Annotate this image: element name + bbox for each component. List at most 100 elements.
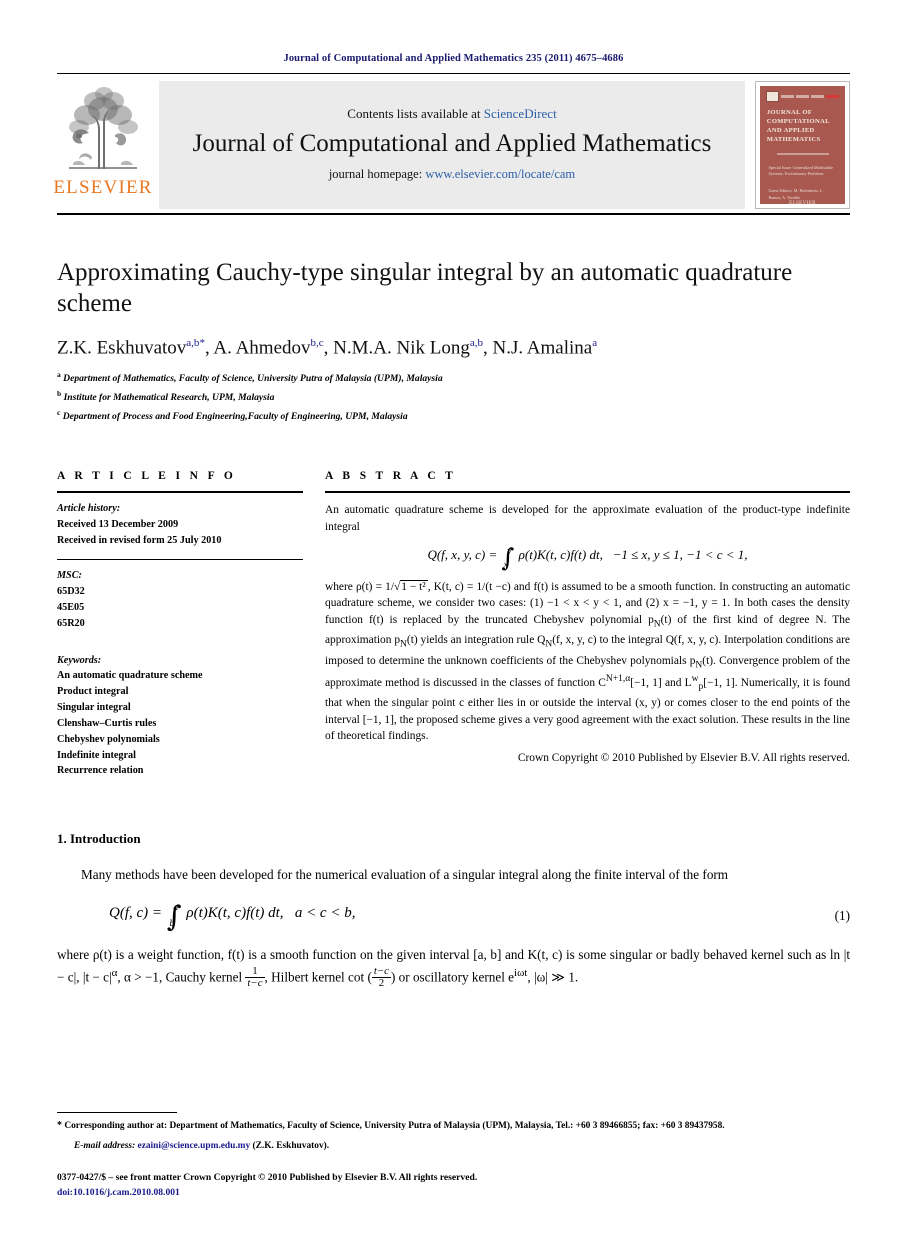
imprint-block: 0377-0427/$ – see front matter Crown Cop…: [57, 1171, 850, 1200]
integral-lower-limit: b: [169, 918, 175, 929]
email-owner: (Z.K. Eskhuvatov).: [252, 1141, 330, 1152]
affiliation-item: c Department of Process and Food Enginee…: [57, 407, 850, 425]
equation-1-row: Q(f, c) = ∫ a b ρ(t)K(t, c)f(t) dt, a < c …: [57, 900, 850, 934]
author-affil-marks: a: [592, 336, 598, 349]
cover-editors: Guest Editors: M. Hafenstein, L. Ramos, …: [768, 188, 824, 200]
keywords-label: Keywords:: [57, 654, 102, 666]
affiliation-list: a Department of Mathematics, Faculty of …: [57, 369, 850, 425]
corresponding-author-footnote: * Corresponding author at: Department of…: [57, 1118, 850, 1133]
cover-publisher: ELSEVIER: [789, 201, 816, 207]
homepage-label: journal homepage:: [328, 167, 423, 181]
affiliation-text: Department of Process and Food Engineeri…: [62, 411, 408, 423]
article-history-block: Article history: Received 13 December 20…: [57, 493, 303, 548]
intro-p2-part-d: or oscillatory kernel e: [398, 969, 515, 985]
elsevier-tree-icon: [69, 87, 138, 169]
abstract-body-part7: [−1, 1] and L: [630, 676, 692, 689]
intro-paragraph-2: where ρ(t) is a weight function, f(t) is…: [57, 945, 850, 989]
cover-tick: [780, 95, 794, 98]
keywords-block: Keywords: An automatic quadrature scheme…: [57, 645, 303, 780]
sqrt-icon: √1 − t²: [394, 579, 428, 593]
page-title: Approximating Cauchy-type singular integ…: [57, 259, 793, 318]
article-history-item: Received 13 December 2009: [57, 518, 179, 530]
affiliation-mark: c: [57, 407, 61, 417]
fraction-denominator: 2: [378, 977, 385, 990]
abstract-intro: An automatic quadrature scheme is develo…: [325, 503, 850, 533]
cover-tick: [795, 95, 810, 98]
journal-cover-thumbnail: JOURNAL OF COMPUTATIONAL AND APPLIED MAT…: [755, 81, 850, 209]
running-head-rule: [57, 73, 850, 74]
msc-code: 65D32: [57, 586, 85, 598]
keyword-item: Clenshaw–Curtis rules: [57, 717, 157, 729]
intro-p2-part-e: , |ω| ≫ 1.: [527, 969, 579, 985]
abstract-copyright: Crown Copyright © 2010 Published by Else…: [517, 752, 850, 765]
fraction-denominator: t−c: [247, 977, 263, 990]
footnote-area: * Corresponding author at: Department of…: [57, 1112, 850, 1200]
msc-label: MSC:: [57, 570, 82, 582]
msc-block: MSC: 65D32 45E05 65R20: [57, 560, 303, 631]
cauchy-kernel-fraction: 1 t−c: [245, 965, 265, 990]
hilbert-kernel-fraction: t−c 2: [371, 965, 391, 990]
homepage-url-link[interactable]: www.elsevier.com/locate/cam: [425, 167, 575, 181]
elsevier-logo: ELSEVIER: [53, 81, 151, 209]
contents-prefix: Contents lists available at: [347, 106, 481, 121]
email-footnote: E-mail address: ezaini@science.upm.edu.m…: [57, 1139, 850, 1153]
affiliation-text: Institute for Mathematical Research, UPM…: [63, 392, 275, 404]
equation-1: Q(f, c) = ∫ a b ρ(t)K(t, c)f(t) dt, a < c …: [57, 900, 835, 934]
integral-sign-icon: ∫ y x: [501, 543, 515, 573]
author-affil-marks: b,c: [310, 336, 324, 349]
abstract-equation: Q(f, x, y, c) = ∫ y x ρ(t)K(t, c)f(t) dt, …: [325, 543, 850, 573]
running-head: Journal of Computational and Applied Mat…: [283, 53, 624, 64]
cover-graphic: [776, 152, 829, 155]
cover-title: JOURNAL OF COMPUTATIONAL AND APPLIED MAT…: [766, 109, 830, 143]
integral-upper-limit: y: [507, 546, 512, 556]
article-history-label: Article history:: [57, 502, 121, 514]
article-info-heading: A R T I C L E I N F O: [57, 469, 237, 482]
masthead-rule: [57, 213, 850, 215]
article-history-item: Received in revised form 25 July 2010: [57, 534, 222, 546]
email-label: E-mail address:: [74, 1141, 136, 1152]
author-name: N.M.A. Nik Long: [333, 336, 470, 358]
doi-link[interactable]: doi:10.1016/j.cam.2010.08.001: [57, 1186, 850, 1200]
function-class-superscript: N+1,α: [605, 673, 631, 684]
oscillatory-exponent: iωt: [514, 966, 528, 979]
journal-banner: Contents lists available at ScienceDirec…: [159, 81, 745, 209]
keyword-item: Indefinite integral: [57, 749, 136, 761]
article-page: Journal of Computational and Applied Mat…: [0, 0, 907, 1238]
issn-copyright-line: 0377-0427/$ – see front matter Crown Cop…: [57, 1172, 478, 1184]
keyword-item: An automatic quadrature scheme: [57, 670, 203, 682]
keyword-item: Singular integral: [57, 702, 131, 714]
intro-paragraph-1: Many methods have been developed for the…: [81, 867, 729, 883]
cover-badge-icon: [765, 91, 779, 102]
author-name: Z.K. Eskhuvatov: [57, 336, 187, 358]
email-link[interactable]: ezaini@science.upm.edu.my: [138, 1141, 251, 1151]
keyword-item: Product integral: [57, 686, 129, 698]
equation-1-lhs: Q(f, c) =: [109, 904, 163, 921]
journal-homepage-line: journal homepage: www.elsevier.com/locat…: [329, 167, 575, 182]
journal-title: Journal of Computational and Applied Mat…: [192, 130, 712, 157]
equation-1-number: (1): [834, 907, 850, 923]
abstract-equation-lhs: Q(f, x, y, c) =: [427, 546, 498, 562]
cover-art: JOURNAL OF COMPUTATIONAL AND APPLIED MAT…: [760, 86, 845, 207]
sciencedirect-link[interactable]: ScienceDirect: [484, 106, 557, 121]
cover-header-bar: [765, 91, 840, 102]
elsevier-wordmark: ELSEVIER: [53, 177, 153, 198]
affiliation-text: Department of Mathematics, Faculty of Sc…: [63, 373, 443, 385]
sqrt-radicand: 1 − t²: [400, 579, 428, 593]
intro-p2-part-b: , α > −1, Cauchy kernel: [117, 969, 243, 985]
abstract-body-part1: where ρ(t) = 1/: [325, 580, 395, 593]
corresponding-author-text: Corresponding author at: Department of M…: [64, 1121, 725, 1131]
author-list: Z.K. Eskhuvatova,b*, A. Ahmedovb,c, N.M.…: [57, 336, 598, 358]
msc-code: 65R20: [57, 617, 85, 629]
msc-code: 45E05: [57, 602, 85, 614]
abstract-heading: A B S T R A C T: [325, 469, 457, 482]
author-affil-marks: a,b: [186, 336, 200, 349]
author-name: N.J. Amalina: [492, 336, 593, 358]
integral-upper-limit: a: [173, 902, 179, 913]
article-info-column: A R T I C L E I N F O Article history: R…: [57, 470, 303, 779]
info-abstract-columns: A R T I C L E I N F O Article history: R…: [57, 470, 850, 779]
contents-line: Contents lists available at ScienceDirec…: [347, 106, 556, 122]
abstract-equation-body: ρ(t)K(t, c)f(t) dt,: [518, 546, 603, 562]
intro-p2-part-c: , Hilbert kernel cot: [264, 969, 365, 985]
abstract-column: A B S T R A C T An automatic quadrature …: [325, 470, 850, 779]
integral-sign-icon: ∫ a b: [166, 900, 182, 934]
